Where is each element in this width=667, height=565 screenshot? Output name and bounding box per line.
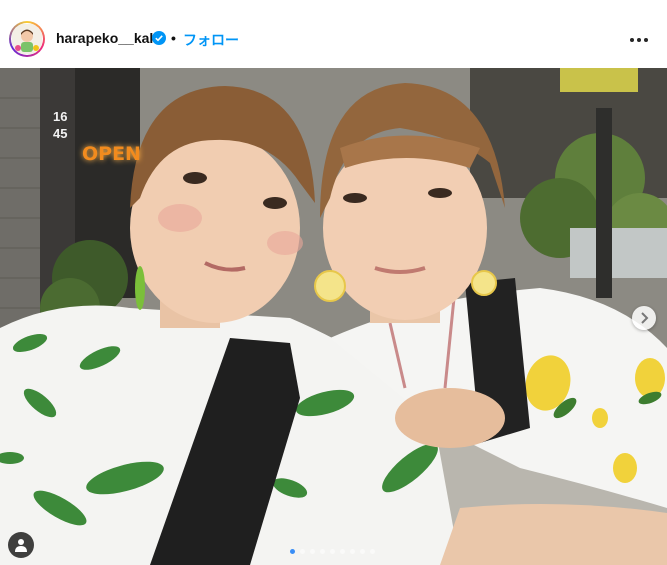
- separator-dot: •: [171, 30, 176, 46]
- carousel-dot-3: [310, 549, 315, 554]
- carousel-dot-9: [370, 549, 375, 554]
- carousel-dot-1: [290, 549, 295, 554]
- verified-badge-icon: [152, 31, 166, 45]
- tagged-users-button[interactable]: [8, 532, 34, 558]
- username-link[interactable]: harapeko__kako: [56, 30, 166, 46]
- storefront-number: 1645: [53, 109, 68, 141]
- tagged-user-icon: [15, 539, 27, 552]
- carousel-dot-6: [340, 549, 345, 554]
- carousel-dot-5: [330, 549, 335, 554]
- carousel-dot-4: [320, 549, 325, 554]
- carousel-dot-8: [360, 549, 365, 554]
- carousel-dot-7: [350, 549, 355, 554]
- post-header: harapeko__kako • フォロー: [0, 0, 667, 68]
- profile-avatar[interactable]: [9, 21, 45, 57]
- more-options-icon[interactable]: [630, 38, 648, 44]
- open-sign: OPEN: [82, 143, 141, 165]
- carousel-next-button[interactable]: [632, 306, 656, 330]
- carousel-indicator: [290, 549, 380, 555]
- post-photo[interactable]: OPEN 1645: [0, 68, 667, 565]
- carousel-dot-2: [300, 549, 305, 554]
- chevron-right-icon: [641, 312, 649, 324]
- follow-button[interactable]: フォロー: [183, 30, 239, 50]
